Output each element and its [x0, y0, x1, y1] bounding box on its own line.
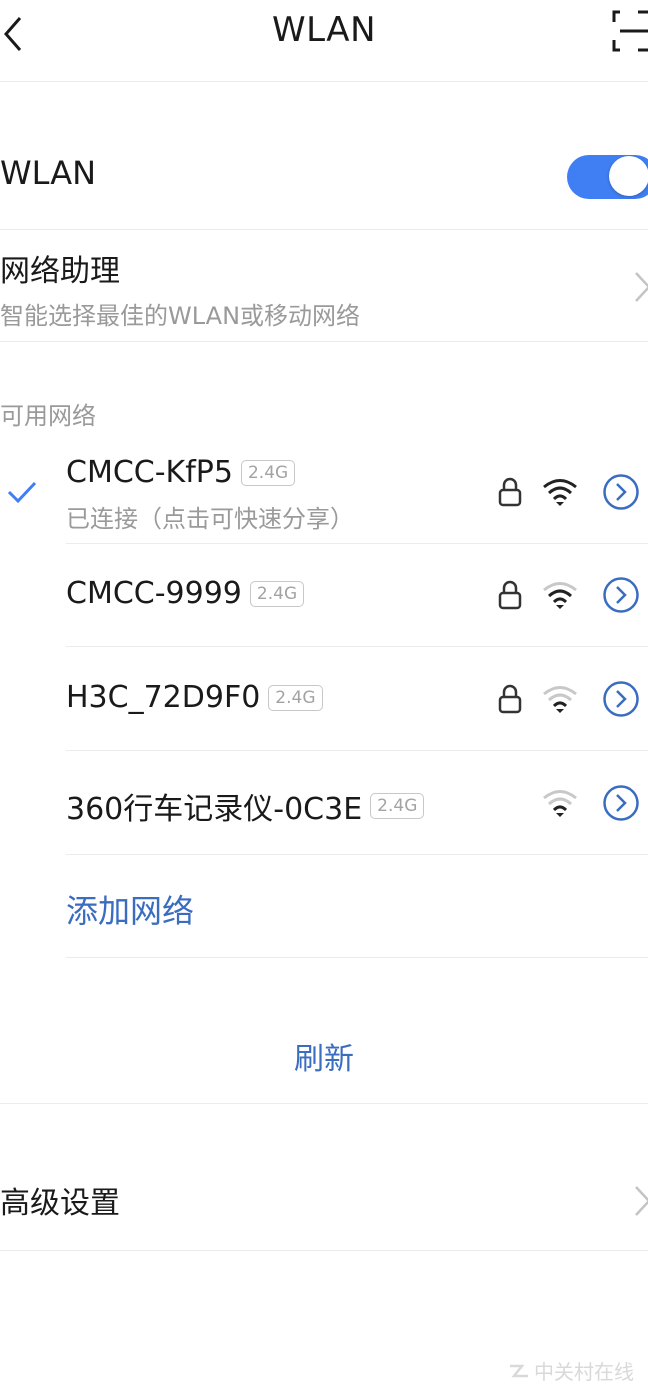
toggle-knob: [609, 156, 648, 196]
band-badge: 2.4G: [268, 684, 323, 711]
available-networks-label: 可用网络: [0, 402, 96, 430]
network-ssid: H3C_72D9F0: [66, 680, 261, 715]
network-detail-icon[interactable]: [602, 473, 640, 511]
network-detail-icon[interactable]: [602, 576, 640, 614]
chevron-right-icon: [635, 272, 648, 302]
network-detail-icon[interactable]: [602, 784, 640, 822]
lock-icon: [498, 580, 522, 610]
network-detail-icon[interactable]: [602, 680, 640, 718]
wlan-switch-label: WLAN: [0, 154, 97, 192]
network-name: CMCC-KfP5 2.4G: [66, 455, 296, 490]
network-item[interactable]: 360行车记录仪-0C3E 2.4G: [0, 751, 648, 854]
network-assistant-row[interactable]: 网络助理 智能选择最佳的WLAN或移动网络: [0, 230, 648, 341]
add-network-button[interactable]: 添加网络: [66, 886, 194, 932]
watermark-logo-icon: [510, 1364, 528, 1377]
wifi-weak-icon: [543, 686, 577, 713]
connection-status: 已连接（点击可快速分享）: [66, 505, 354, 533]
network-assistant-subtitle: 智能选择最佳的WLAN或移动网络: [0, 302, 361, 330]
network-ssid: CMCC-KfP5: [66, 455, 233, 490]
band-badge: 2.4G: [249, 580, 305, 607]
chevron-right-icon: [635, 1186, 648, 1216]
network-name: H3C_72D9F0 2.4G: [66, 680, 323, 715]
network-name: 360行车记录仪-0C3E 2.4G: [66, 784, 425, 828]
wlan-toggle[interactable]: [567, 155, 648, 199]
refresh-button[interactable]: 刷新: [0, 1034, 648, 1078]
page-title: WLAN: [271, 10, 377, 50]
band-badge: 2.4G: [370, 793, 425, 819]
network-item[interactable]: H3C_72D9F0 2.4G: [0, 647, 648, 750]
advanced-settings-row[interactable]: 高级设置: [0, 1104, 648, 1250]
lock-icon: [498, 684, 522, 714]
lock-icon: [498, 477, 522, 507]
band-badge: 2.4G: [240, 459, 296, 486]
advanced-settings-label: 高级设置: [0, 1186, 120, 1221]
wifi-medium-icon: [543, 582, 577, 609]
wifi-strong-icon: [543, 479, 577, 506]
network-name: CMCC-9999 2.4G: [66, 576, 305, 611]
watermark-text: 中关村在线: [534, 1360, 634, 1384]
watermark: 中关村在线: [508, 1356, 634, 1385]
wifi-weak-icon: [543, 790, 577, 817]
network-item[interactable]: CMCC-9999 2.4G: [0, 544, 648, 646]
network-ssid: 360行车记录仪-0C3E: [66, 792, 363, 827]
network-ssid: CMCC-9999: [66, 576, 242, 611]
network-item[interactable]: CMCC-KfP5 2.4G 已连接（点击可快速分享）: [0, 443, 648, 543]
check-icon: [7, 481, 37, 504]
network-assistant-title: 网络助理: [0, 254, 120, 289]
scan-qr-icon[interactable]: [610, 8, 648, 54]
